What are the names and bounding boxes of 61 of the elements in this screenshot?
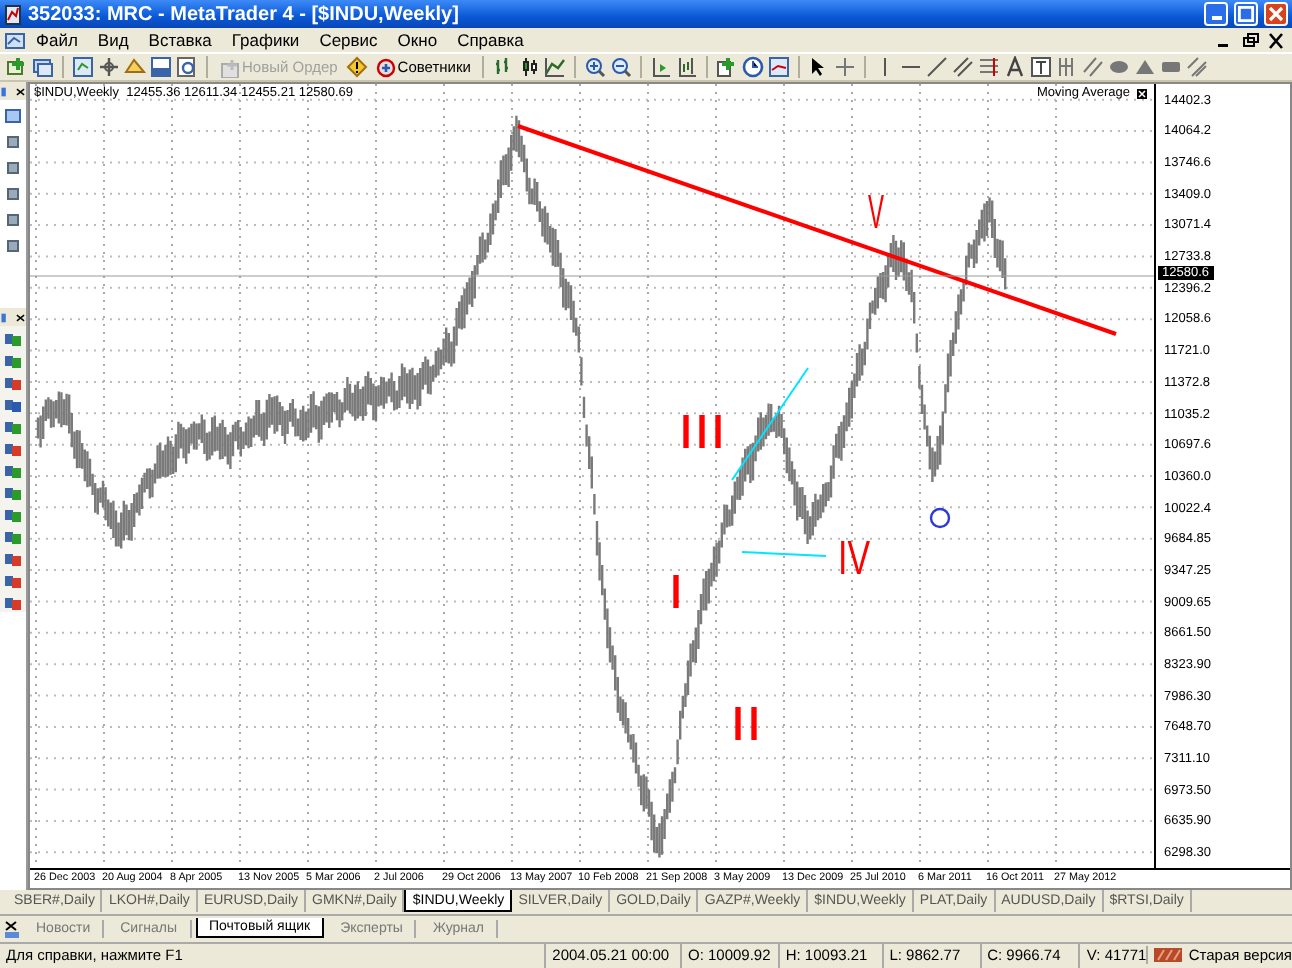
window-title: 352033: MRC - MetaTrader 4 - [$INDU,Weekly] [28,3,461,26]
menu-item[interactable]: Окно [387,30,448,51]
account-icon[interactable] [4,420,22,437]
menu-item[interactable]: Вид [87,30,139,51]
menu-item[interactable]: Справка [447,30,534,51]
trendline-icon[interactable] [926,56,949,79]
account-icon[interactable] [4,486,22,503]
warning-icon[interactable] [345,56,368,79]
restore-icon[interactable] [1240,31,1260,50]
account-icon[interactable] [4,354,22,371]
tree-node-icon[interactable] [4,134,22,151]
tree-node-icon[interactable] [4,238,22,255]
channel-icon[interactable] [952,56,975,79]
line-chart-icon[interactable] [544,56,567,79]
account-icon[interactable] [4,398,22,415]
zoom-in-icon[interactable] [584,56,607,79]
crosshair-move-icon[interactable] [98,56,120,79]
minimize-button[interactable] [1204,2,1228,27]
account-icon[interactable] [4,332,22,349]
wave-label[interactable]: IV [838,532,884,587]
maximize-icon [1238,6,1254,23]
wave-label[interactable]: I [668,566,682,621]
close-icon[interactable] [13,83,26,100]
menu-item[interactable]: Файл [26,30,88,51]
text-label-icon[interactable] [1030,56,1053,79]
parallel-lines-icon[interactable] [1082,56,1105,79]
ellipse-icon[interactable] [1108,56,1131,79]
folder-icon[interactable] [4,108,22,125]
account-icon[interactable] [4,596,22,613]
close-button[interactable] [1264,2,1288,27]
maximize-button[interactable] [1234,2,1258,27]
wave-label[interactable]: V [868,186,901,241]
close-icon[interactable] [1266,31,1286,50]
new-order-icon [220,57,240,78]
tree-node-icon[interactable] [4,160,22,177]
menu-item[interactable]: Сервис [309,30,388,51]
menu-item[interactable]: Вставка [138,30,222,51]
account-icon[interactable] [4,530,22,547]
chart-window-icon [4,29,26,52]
account-icon[interactable] [4,442,22,459]
app-icon [4,3,22,26]
menu-item[interactable]: Графики [221,30,310,51]
close-icon[interactable] [13,309,26,326]
triangle-icon[interactable] [1134,56,1157,79]
account-icon[interactable] [4,464,22,481]
wave-label[interactable]: III [678,406,719,461]
account-icon[interactable] [4,376,22,393]
close-icon [1268,6,1284,23]
account-icon[interactable] [4,508,22,525]
trendline[interactable] [517,125,1117,337]
crosshair-icon[interactable] [834,56,857,79]
tree-node-icon[interactable] [4,212,22,229]
account-icon[interactable] [4,574,22,591]
new-chart-icon[interactable] [6,56,28,79]
tree-node-icon[interactable] [4,186,22,203]
wave-label[interactable]: II [730,698,757,753]
account-icon[interactable] [4,552,22,569]
candlestick-icon[interactable] [518,56,541,79]
text-icon[interactable] [1004,56,1027,79]
circle-mark[interactable] [929,508,951,530]
zoom-out-icon[interactable] [610,56,633,79]
